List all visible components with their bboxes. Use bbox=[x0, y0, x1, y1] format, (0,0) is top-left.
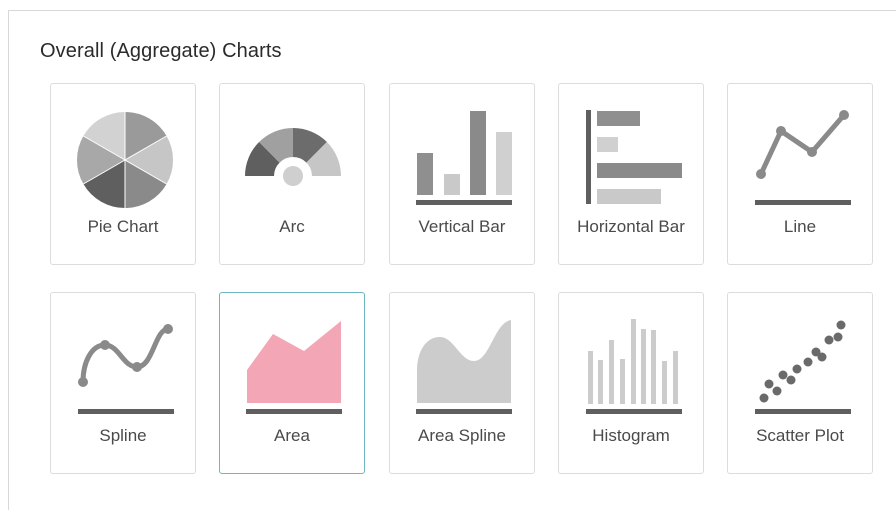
tile-label: Histogram bbox=[592, 426, 670, 445]
tile-label: Area Spline bbox=[418, 426, 506, 445]
chart-type-pie-chart[interactable]: Pie Chart bbox=[50, 83, 196, 265]
pie-chart-icon bbox=[76, 111, 174, 209]
chart-type-area-spline[interactable]: Area Spline bbox=[389, 292, 535, 474]
area-spline-chart-icon bbox=[416, 320, 512, 414]
line-chart-icon bbox=[755, 110, 851, 205]
chart-type-arc[interactable]: Arc bbox=[219, 83, 365, 265]
chart-type-spline[interactable]: Spline bbox=[50, 292, 196, 474]
chart-type-histogram[interactable]: Histogram bbox=[558, 292, 704, 474]
tile-label: Scatter Plot bbox=[756, 426, 844, 445]
chart-type-horizontal-bar[interactable]: Horizontal Bar bbox=[558, 83, 704, 265]
tile-label: Line bbox=[783, 217, 817, 236]
chart-type-vertical-bar[interactable]: Vertical Bar bbox=[389, 83, 535, 265]
tile-label: Horizontal Bar bbox=[577, 217, 685, 236]
tile-label: Pie Chart bbox=[87, 217, 159, 236]
tile-label: Arc bbox=[279, 217, 305, 236]
chart-type-scatter-plot[interactable]: Scatter Plot bbox=[727, 292, 873, 474]
tile-label: Area bbox=[274, 426, 310, 445]
tile-label: Vertical Bar bbox=[418, 217, 506, 236]
scatter-plot-icon bbox=[755, 320, 851, 414]
spline-chart-icon bbox=[78, 324, 174, 414]
section-title: Overall (Aggregate) Charts bbox=[40, 40, 282, 62]
tile-label: Spline bbox=[99, 426, 147, 445]
chart-type-area[interactable]: Area bbox=[219, 292, 365, 474]
horizontal-bar-chart-icon bbox=[586, 110, 682, 204]
vertical-bar-chart-icon bbox=[416, 111, 512, 205]
area-chart-icon bbox=[246, 321, 342, 414]
arc-chart-icon bbox=[245, 128, 341, 186]
histogram-chart-icon bbox=[586, 319, 682, 414]
chart-type-line[interactable]: Line bbox=[727, 83, 873, 265]
